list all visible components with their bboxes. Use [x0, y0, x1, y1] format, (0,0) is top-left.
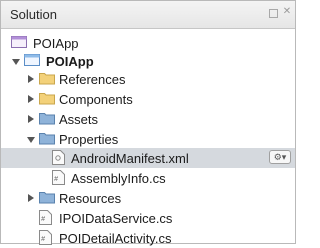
assemblyinfo-label: AssemblyInfo.cs — [71, 171, 166, 186]
project-label: POIApp — [46, 54, 94, 69]
tree-row-assets[interactable]: Assets — [1, 109, 295, 129]
pane-title: Solution — [10, 7, 57, 22]
resources-label: Resources — [59, 191, 122, 206]
solution-icon — [11, 35, 27, 49]
tree-row-assemblyinfo[interactable]: # AssemblyInfo.cs — [1, 168, 295, 188]
svg-text:#: # — [54, 176, 58, 184]
collapse-arrow-icon[interactable] — [28, 115, 34, 123]
tree-row-solution[interactable]: POIApp — [1, 33, 295, 53]
solution-label: POIApp — [33, 36, 79, 51]
tree-row-references[interactable]: References — [1, 69, 295, 89]
tree-row-androidmanifest[interactable]: AndroidManifest.xml ⚙▾ — [1, 148, 295, 168]
project-icon — [24, 53, 40, 67]
file-icon: # — [52, 170, 65, 185]
folder-icon — [39, 190, 55, 204]
file-icon: # — [39, 230, 52, 245]
tree-row-poidetailactivity[interactable]: # POIDetailActivity.cs — [1, 228, 295, 248]
references-label: References — [59, 72, 126, 87]
folder-icon — [39, 131, 55, 145]
expand-arrow-icon[interactable] — [12, 59, 20, 65]
collapse-arrow-icon[interactable] — [28, 95, 34, 103]
file-icon — [52, 150, 65, 165]
svg-text:#: # — [41, 236, 45, 244]
folder-icon — [39, 71, 55, 85]
close-icon[interactable]: ✕ — [282, 7, 292, 17]
collapse-arrow-icon[interactable] — [28, 75, 34, 83]
collapse-arrow-icon[interactable] — [28, 194, 34, 202]
gear-icon[interactable]: ⚙▾ — [269, 150, 291, 164]
solution-pane: Solution ✕ POIApp POIApp References Comp… — [0, 0, 296, 246]
tree-row-ipoidataservice[interactable]: # IPOIDataService.cs — [1, 208, 295, 228]
dock-icon[interactable] — [269, 9, 278, 18]
tree-row-components[interactable]: Components — [1, 89, 295, 109]
pane-header: Solution ✕ — [1, 1, 295, 29]
svg-text:#: # — [41, 216, 45, 224]
androidmanifest-label: AndroidManifest.xml — [71, 151, 189, 166]
folder-icon — [39, 111, 55, 125]
tree-row-resources[interactable]: Resources — [1, 188, 295, 208]
tree-row-properties[interactable]: Properties — [1, 129, 295, 149]
ipoidataservice-label: IPOIDataService.cs — [59, 211, 173, 226]
file-icon: # — [39, 210, 52, 225]
assets-label: Assets — [59, 112, 99, 127]
components-label: Components — [59, 92, 133, 107]
expand-arrow-icon[interactable] — [27, 137, 35, 143]
folder-icon — [39, 91, 55, 105]
properties-label: Properties — [59, 132, 119, 147]
tree-row-project[interactable]: POIApp — [1, 51, 295, 71]
